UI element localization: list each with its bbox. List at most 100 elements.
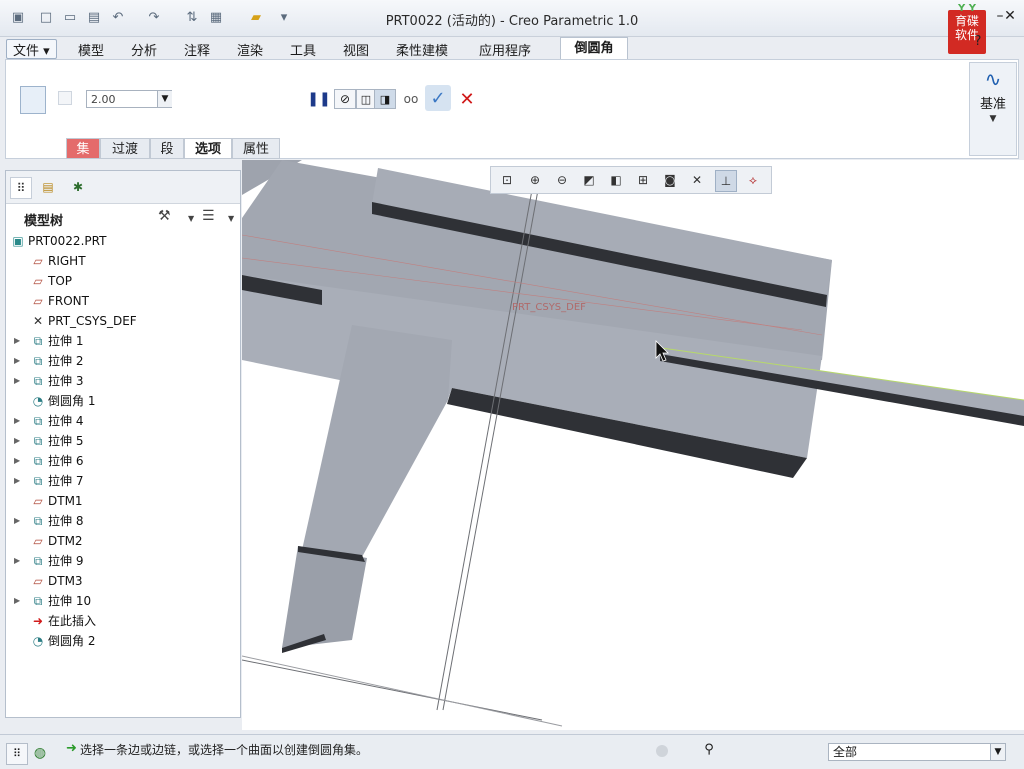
file-menu-label: 文件: [13, 44, 40, 59]
tree-item[interactable]: ▶ ⧉ 拉伸 1: [6, 331, 240, 351]
cancel-x-icon[interactable]: ✕: [456, 88, 478, 110]
chevron-down-icon[interactable]: ▼: [228, 214, 234, 223]
jaw-tip-face: [282, 546, 367, 648]
selection-filter-select[interactable]: 全部 ▼: [828, 743, 1006, 761]
tab-analysis[interactable]: 分析: [131, 40, 157, 59]
expand-arrow-icon[interactable]: ▶: [14, 351, 20, 371]
subtab-properties[interactable]: 属性: [232, 138, 280, 159]
expand-arrow-icon[interactable]: ▶: [14, 591, 20, 611]
extrude-icon: ⧉: [33, 554, 43, 568]
no-preview-icon[interactable]: ⊘: [334, 89, 356, 109]
tree-item[interactable]: ⏥ RIGHT: [6, 251, 240, 271]
tree-root[interactable]: ▣ PRT0022.PRT: [6, 231, 240, 251]
tab-applications[interactable]: 应用程序: [479, 40, 531, 59]
view-toolbar: ⊡ ⊕ ⊖ ◩ ◧ ⊞ ◙ ✕ ⊥ ⟡: [490, 166, 772, 194]
display-style-icon[interactable]: ◧: [606, 170, 626, 190]
chevron-down-icon[interactable]: ▼: [188, 214, 194, 223]
message-arrow-icon: ➜: [66, 741, 77, 756]
chevron-down-icon[interactable]: ▼: [990, 744, 1005, 760]
view-manager-icon[interactable]: ◙: [660, 170, 680, 190]
tree-item[interactable]: ⏥ DTM1: [6, 491, 240, 511]
subtab-set[interactable]: 集: [66, 138, 100, 159]
tree-item[interactable]: ▶ ⧉ 拉伸 7: [6, 471, 240, 491]
tree-item[interactable]: ◔ 倒圆角 1: [6, 391, 240, 411]
expand-arrow-icon[interactable]: ▶: [14, 551, 20, 571]
preview-glasses-icon[interactable]: oo: [398, 88, 424, 110]
expand-arrow-icon[interactable]: ▶: [14, 331, 20, 351]
expand-arrow-icon[interactable]: ▶: [14, 451, 20, 471]
tab-view[interactable]: 视图: [343, 40, 369, 59]
file-menu[interactable]: 文件 ▾: [6, 39, 57, 59]
tree-item-label: 拉伸 9: [48, 554, 84, 568]
round-set-mode-icon[interactable]: [20, 86, 46, 114]
tree-item[interactable]: ➜ 在此插入: [6, 611, 240, 631]
tree-item[interactable]: ✕ PRT_CSYS_DEF: [6, 311, 240, 331]
datum-display-icon[interactable]: ✕: [687, 170, 707, 190]
subtab-segment[interactable]: 段: [150, 138, 184, 159]
navigator-toggle-icon[interactable]: ⠿: [6, 743, 28, 765]
tab-render[interactable]: 渲染: [237, 40, 263, 59]
extrude-icon: ⧉: [33, 374, 43, 388]
tree-item[interactable]: ▶ ⧉ 拉伸 3: [6, 371, 240, 391]
expand-arrow-icon[interactable]: ▶: [14, 431, 20, 451]
tree-item-label: 拉伸 3: [48, 374, 84, 388]
tab-model[interactable]: 模型: [78, 40, 104, 59]
tree-item[interactable]: ⏥ DTM2: [6, 531, 240, 551]
pause-icon[interactable]: ❚❚: [307, 88, 330, 110]
zoom-in-icon[interactable]: ⊕: [525, 170, 545, 190]
spin-center-icon[interactable]: ⟡: [743, 170, 763, 190]
preview-icon[interactable]: ◨: [374, 89, 396, 109]
expand-arrow-icon[interactable]: ▶: [14, 511, 20, 531]
window-title: PRT0022 (活动的) - Creo Parametric 1.0: [385, 14, 639, 29]
saved-orientations-icon[interactable]: ⊞: [633, 170, 653, 190]
tree-item[interactable]: ⏥ FRONT: [6, 291, 240, 311]
expand-arrow-icon[interactable]: ▶: [14, 471, 20, 491]
browser-toggle-icon[interactable]: ◍: [30, 743, 50, 763]
close-button[interactable]: ✕: [1000, 8, 1020, 26]
tree-item-label: 拉伸 5: [48, 434, 84, 448]
tree-settings-icon[interactable]: ⚒: [158, 208, 171, 224]
verify-icon[interactable]: ◫: [356, 89, 376, 109]
tree-item-label: DTM1: [48, 494, 83, 508]
csys-display-icon[interactable]: ⊥: [715, 170, 737, 192]
tab-flexible-modeling[interactable]: 柔性建模: [396, 40, 448, 59]
navigator-tabs: ⠿ ▤ ✱: [6, 171, 240, 204]
tree-item[interactable]: ▶ ⧉ 拉伸 4: [6, 411, 240, 431]
tree-show-icon[interactable]: ☰: [202, 208, 215, 224]
tab-round[interactable]: 倒圆角: [560, 37, 628, 60]
tree-item[interactable]: ▶ ⧉ 拉伸 5: [6, 431, 240, 451]
tree-item[interactable]: ⏥ DTM3: [6, 571, 240, 591]
graphics-viewport[interactable]: PRT_CSYS_DEF: [242, 160, 1024, 730]
csys-icon: ✕: [32, 314, 44, 328]
tree-item[interactable]: ◔ 倒圆角 2: [6, 631, 240, 651]
model-tree-tab-icon[interactable]: ⠿: [10, 177, 32, 199]
datum-plane-icon: ⏥: [33, 254, 43, 268]
favorites-tab-icon[interactable]: ✱: [68, 177, 88, 197]
tree-item-label: PRT_CSYS_DEF: [48, 314, 137, 328]
tree-item[interactable]: ▶ ⧉ 拉伸 9: [6, 551, 240, 571]
subtab-options[interactable]: 选项: [184, 138, 232, 159]
subtab-transition[interactable]: 过渡: [100, 138, 150, 159]
expand-arrow-icon[interactable]: ▶: [14, 371, 20, 391]
refit-icon[interactable]: ⊡: [497, 170, 517, 190]
chevron-down-icon[interactable]: ▼: [157, 91, 172, 107]
tree-item[interactable]: ▶ ⧉ 拉伸 6: [6, 451, 240, 471]
tree-item[interactable]: ▶ ⧉ 拉伸 10: [6, 591, 240, 611]
tree-item[interactable]: ▶ ⧉ 拉伸 2: [6, 351, 240, 371]
tree-item[interactable]: ⏥ TOP: [6, 271, 240, 291]
part-icon: ▣: [12, 234, 24, 248]
ok-check-icon[interactable]: ✓: [425, 85, 451, 111]
datum-label: 基准: [979, 97, 1006, 112]
folder-browser-tab-icon[interactable]: ▤: [38, 177, 58, 197]
tab-tools[interactable]: 工具: [290, 40, 316, 59]
expand-arrow-icon[interactable]: ▶: [14, 411, 20, 431]
datum-group[interactable]: ∿ 基准 ▼: [969, 62, 1017, 156]
datum-plane-icon: ⏥: [33, 494, 43, 508]
tab-annotate[interactable]: 注释: [184, 40, 210, 59]
zoom-out-icon[interactable]: ⊖: [552, 170, 572, 190]
repaint-icon[interactable]: ◩: [579, 170, 599, 190]
dimension-icon[interactable]: [58, 91, 72, 105]
find-icon[interactable]: ⚲: [698, 742, 720, 762]
navigator-panel: ⠿ ▤ ✱ 模型树 ⚒ ▼ ☰ ▼ ▣ PRT0022.PRT ⏥ RIGHT ⏥ T…: [5, 170, 241, 718]
tree-item[interactable]: ▶ ⧉ 拉伸 8: [6, 511, 240, 531]
